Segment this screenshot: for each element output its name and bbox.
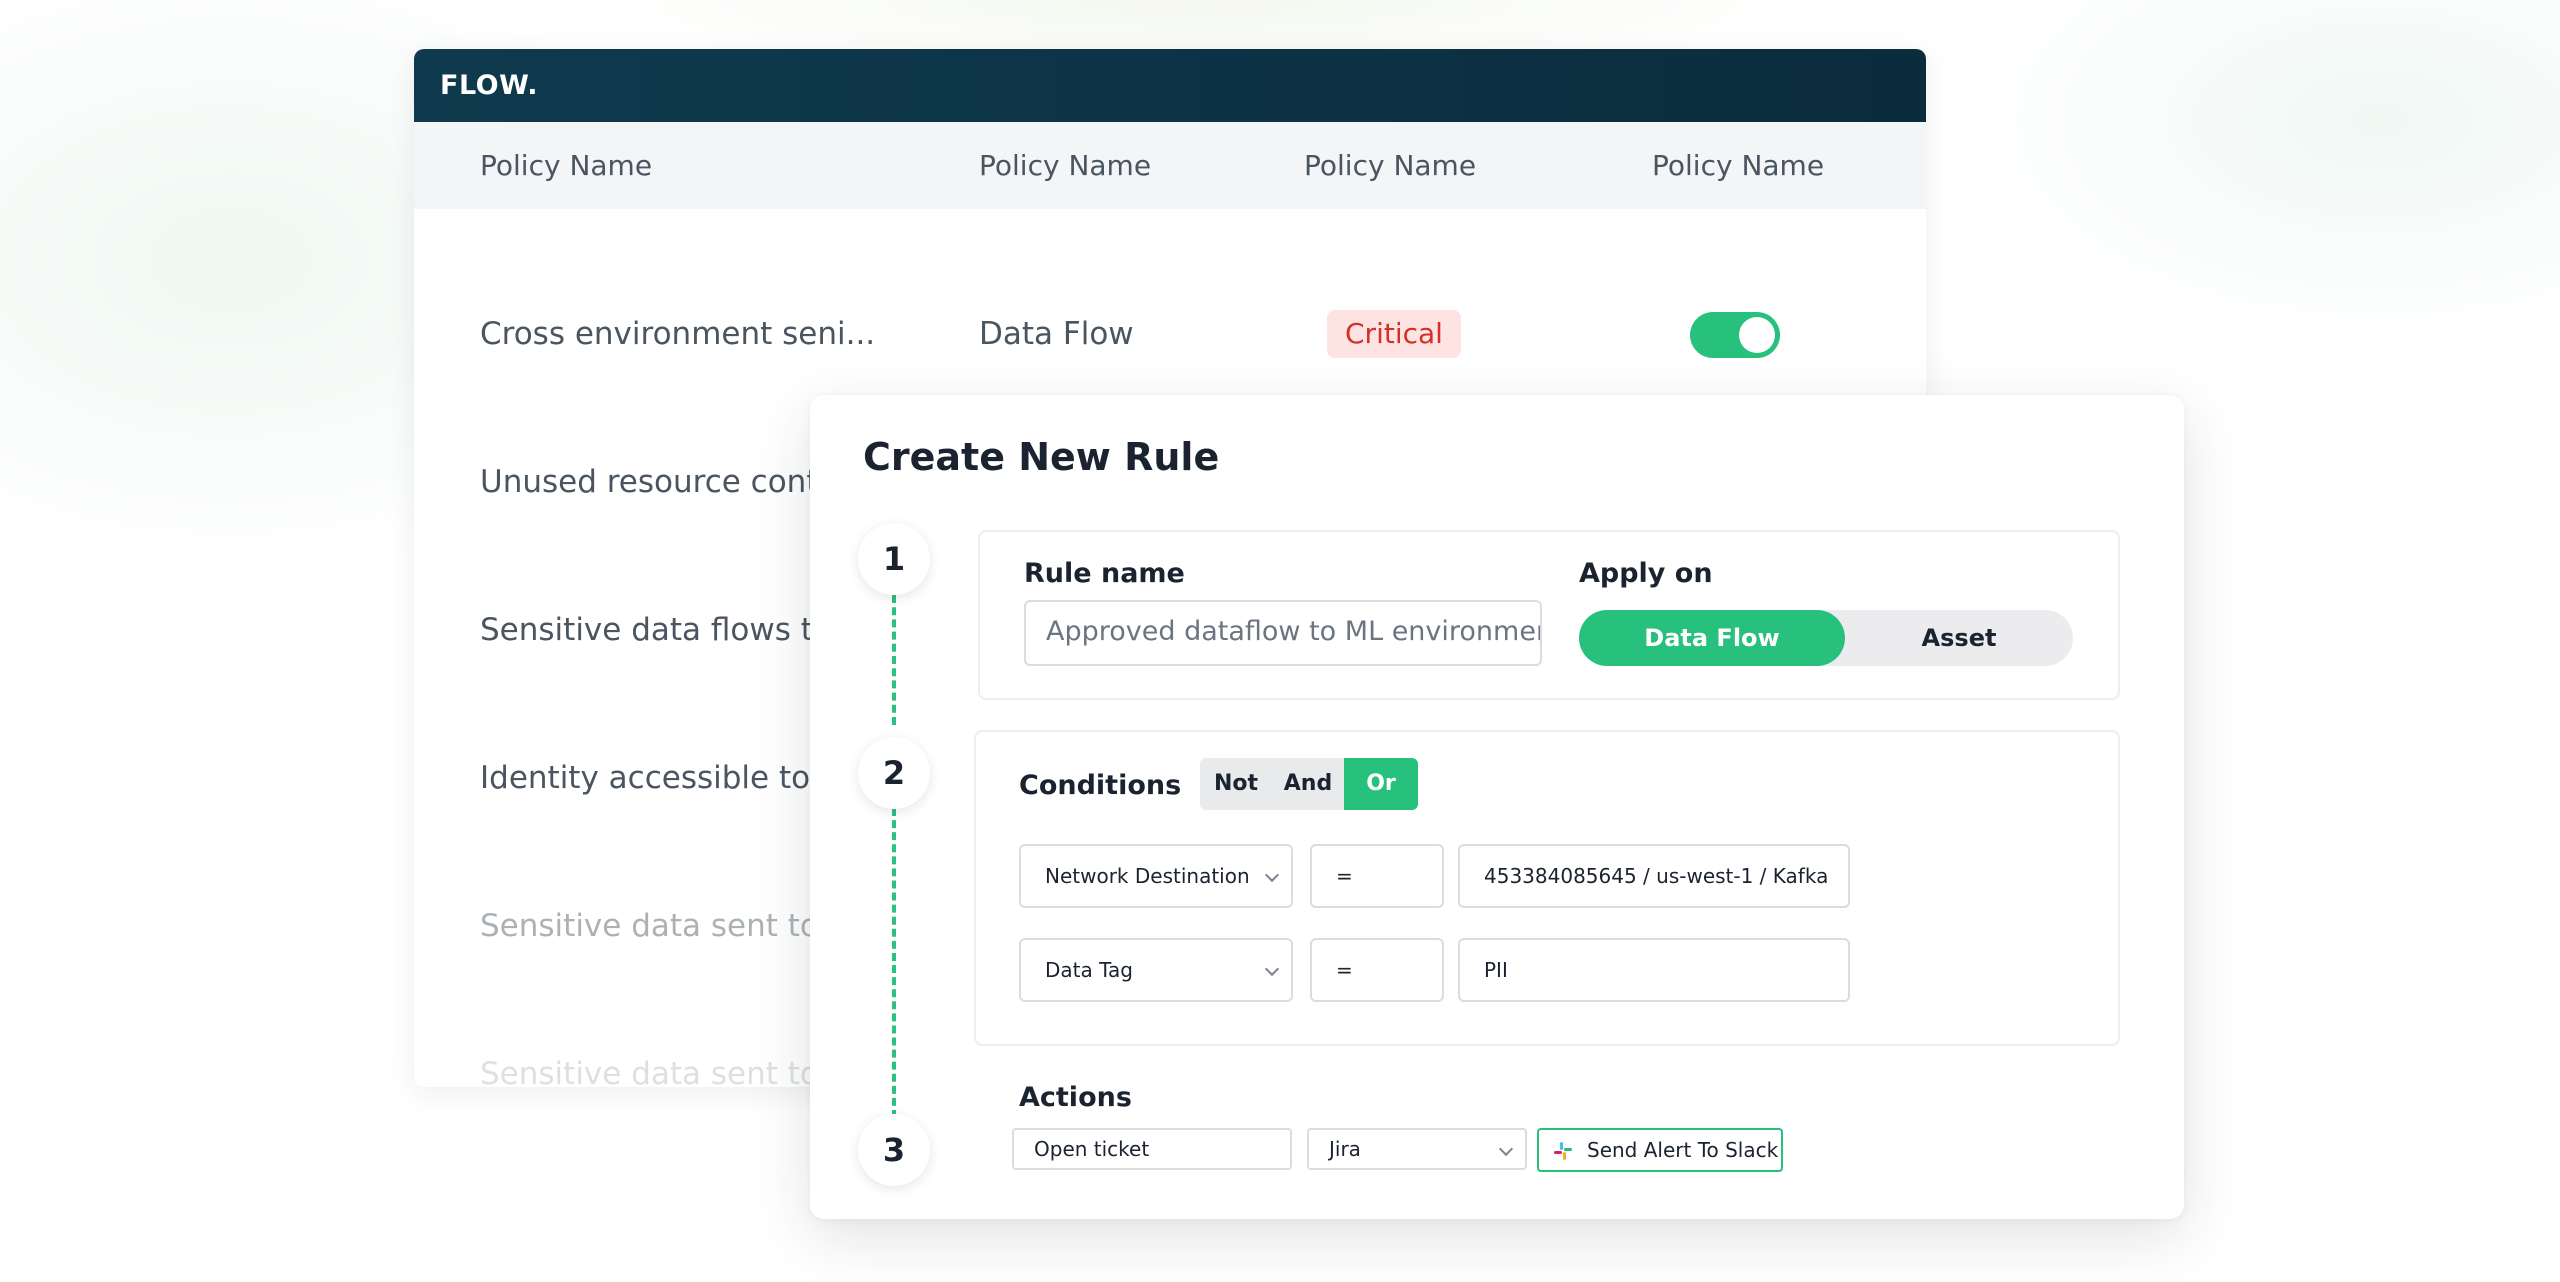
apply-on-data-flow-button[interactable]: Data Flow: [1579, 610, 1845, 666]
condition-value-field[interactable]: PII: [1458, 938, 1850, 1002]
operator-and-button[interactable]: And: [1272, 758, 1344, 810]
condition-operator-field[interactable]: =: [1310, 938, 1444, 1002]
apply-on-label: Apply on: [1579, 558, 1713, 589]
condition-field-value: Data Tag: [1045, 958, 1133, 982]
integration-value: Jira: [1329, 1137, 1361, 1161]
column-header[interactable]: Policy Name: [1652, 122, 1824, 209]
conditions-card: Conditions Not And Or Network Destinatio…: [974, 730, 2120, 1046]
apply-on-segmented-control: Data Flow Asset: [1579, 610, 2073, 666]
app-header: FLOW.: [414, 49, 1926, 122]
conditions-operator-group: Not And Or: [1200, 758, 1418, 810]
chevron-down-icon: [1264, 867, 1280, 883]
condition-field-select[interactable]: Data Tag: [1019, 938, 1293, 1002]
table-header: Policy Name Policy Name Policy Name Poli…: [414, 122, 1926, 209]
column-header[interactable]: Policy Name: [979, 122, 1151, 209]
step-2-indicator: 2: [858, 737, 930, 809]
table-row[interactable]: Cross environment seni... Data Flow Crit…: [414, 260, 1926, 408]
integration-select[interactable]: Jira: [1307, 1128, 1527, 1170]
rule-settings-card: Rule name Approved dataflow to ML enviro…: [978, 530, 2120, 700]
flow-logo: FLOW.: [440, 70, 538, 101]
policy-enabled-toggle[interactable]: [1690, 312, 1780, 358]
operator-or-button[interactable]: Or: [1344, 758, 1418, 810]
severity-badge: Critical: [1327, 310, 1461, 358]
step-connector: [892, 595, 896, 725]
condition-field-select[interactable]: Network Destination: [1019, 844, 1293, 908]
policy-name: Cross environment seni...: [480, 316, 876, 352]
operator-not-button[interactable]: Not: [1200, 758, 1272, 810]
step-connector: [892, 808, 896, 1118]
chevron-down-icon: [1264, 961, 1280, 977]
condition-value-field[interactable]: 453384085645 / us-west-1 / Kafka: [1458, 844, 1850, 908]
send-alert-to-slack-button[interactable]: Send Alert To Slack: [1537, 1128, 1783, 1172]
rule-name-label: Rule name: [1024, 558, 1185, 589]
step-3-indicator: 3: [858, 1114, 930, 1186]
conditions-label: Conditions: [1019, 770, 1182, 801]
condition-field-value: Network Destination: [1045, 864, 1250, 888]
rule-name-input[interactable]: Approved dataflow to ML environment: [1024, 600, 1542, 666]
chevron-down-icon: [1498, 1141, 1514, 1157]
actions-label: Actions: [1019, 1082, 1132, 1113]
toggle-knob: [1739, 317, 1775, 353]
apply-on-asset-button[interactable]: Asset: [1845, 610, 2073, 666]
slack-icon: [1554, 1142, 1572, 1160]
create-rule-modal: Create New Rule 1 2 3 Rule name Approved…: [810, 395, 2184, 1219]
action-type-field[interactable]: Open ticket: [1012, 1128, 1292, 1170]
modal-title: Create New Rule: [863, 435, 1220, 479]
slack-button-label: Send Alert To Slack: [1587, 1138, 1779, 1162]
policy-type: Data Flow: [979, 316, 1134, 352]
column-header[interactable]: Policy Name: [1304, 122, 1476, 209]
step-1-indicator: 1: [858, 523, 930, 595]
column-header[interactable]: Policy Name: [480, 122, 652, 209]
condition-operator-field[interactable]: =: [1310, 844, 1444, 908]
